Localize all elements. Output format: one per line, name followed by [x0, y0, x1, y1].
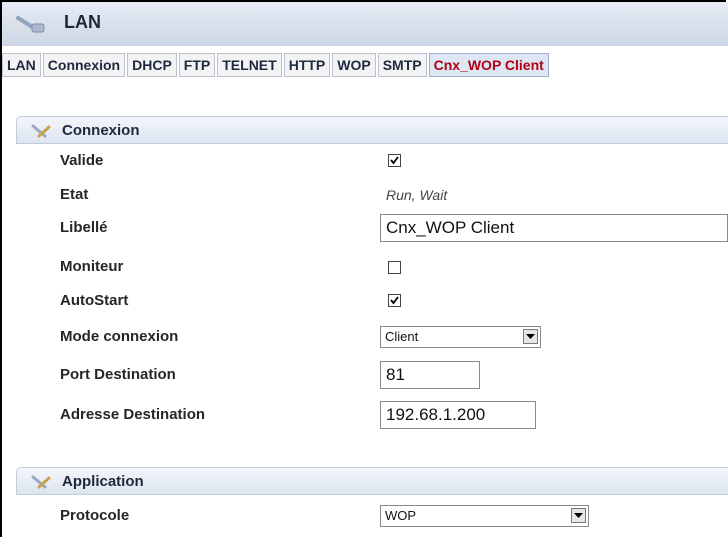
chevron-down-icon [574, 513, 583, 518]
check-icon [390, 156, 399, 165]
autostart-checkbox[interactable] [388, 294, 401, 307]
tab-cnx-wop-client[interactable]: Cnx_WOP Client [428, 53, 549, 77]
mode-connexion-label: Mode connexion [60, 328, 179, 345]
etat-value: Run, Wait [386, 187, 448, 203]
valide-checkbox[interactable] [388, 154, 401, 167]
application-section-header[interactable]: Application [16, 467, 728, 495]
tab-bar: LAN Connexion DHCP FTP TELNET HTTP WOP SMTP Cnx_… [2, 53, 551, 77]
application-section-title: Application [62, 473, 144, 490]
tab-telnet[interactable]: TELNET [217, 53, 282, 77]
port-destination-label: Port Destination [60, 366, 176, 383]
mode-connexion-value: Client [385, 329, 419, 344]
tab-lan[interactable]: LAN [2, 53, 41, 77]
protocole-select[interactable]: WOP [380, 505, 589, 527]
mode-connexion-select[interactable]: Client [380, 326, 541, 348]
protocole-value: WOP [385, 508, 417, 523]
connexion-section-title: Connexion [62, 122, 140, 139]
moniteur-checkbox[interactable] [388, 261, 401, 274]
tab-http[interactable]: HTTP [283, 53, 331, 77]
chevron-down-icon [526, 334, 535, 339]
libelle-label: Libellé [60, 219, 108, 236]
tab-connexion[interactable]: Connexion [42, 53, 126, 77]
network-cable-icon [16, 16, 45, 33]
tab-ftp[interactable]: FTP [178, 53, 216, 77]
autostart-label: AutoStart [60, 292, 129, 309]
tab-dhcp[interactable]: DHCP [127, 53, 177, 77]
valide-label: Valide [60, 152, 104, 169]
protocole-label: Protocole [60, 507, 130, 524]
moniteur-label: Moniteur [60, 258, 124, 275]
tab-wop[interactable]: WOP [332, 53, 376, 77]
protocole-dropdown-button[interactable] [571, 508, 586, 523]
title-bar: LAN [2, 2, 728, 46]
tools-icon [31, 124, 51, 138]
port-destination-input[interactable]: 81 [380, 361, 480, 389]
connexion-section-header[interactable]: Connexion [16, 116, 728, 144]
adresse-destination-input[interactable]: 192.68.1.200 [380, 401, 536, 429]
window-title: LAN [64, 12, 101, 32]
adresse-destination-label: Adresse Destination [60, 406, 206, 423]
libelle-input[interactable]: Cnx_WOP Client [380, 214, 728, 242]
tab-smtp[interactable]: SMTP [377, 53, 427, 77]
mode-connexion-dropdown-button[interactable] [523, 329, 538, 344]
check-icon [390, 296, 399, 305]
etat-label: Etat [60, 186, 89, 203]
tools-icon [31, 475, 51, 489]
